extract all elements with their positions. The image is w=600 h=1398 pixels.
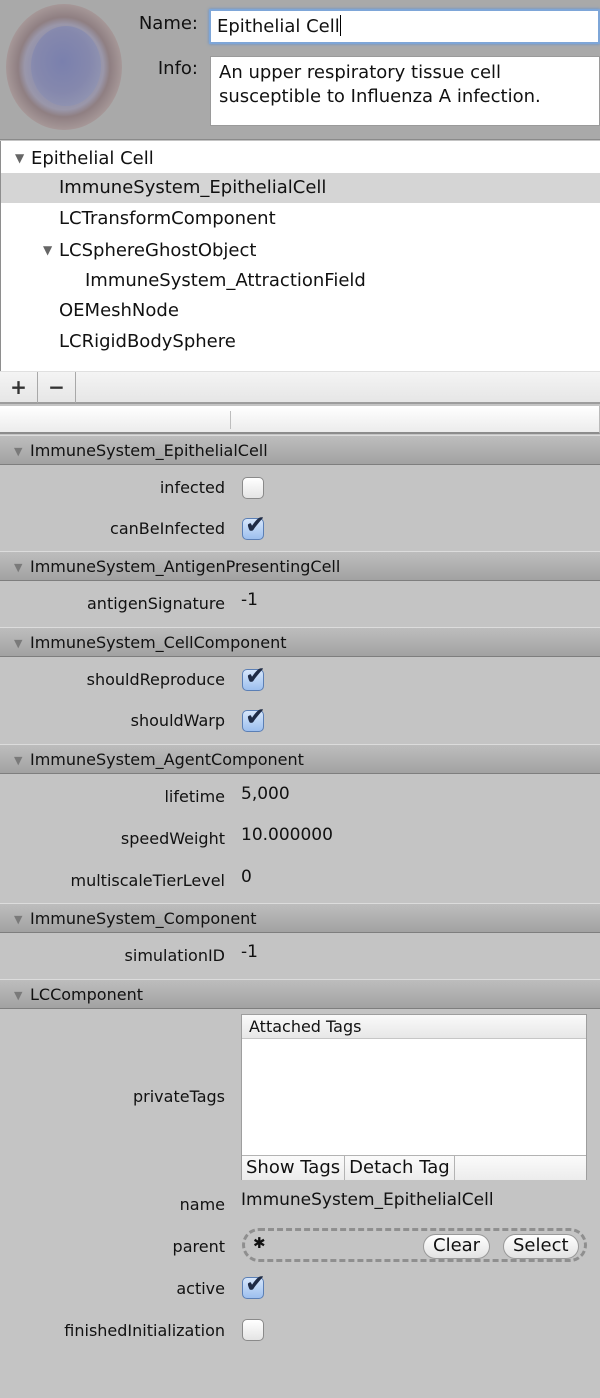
prop-label-name: name xyxy=(179,1195,225,1214)
canbeinfected-checkbox[interactable]: ✔ xyxy=(242,510,266,540)
checkmark-icon: ✔ xyxy=(245,702,266,731)
gear-icon: ✱ xyxy=(253,1234,266,1252)
tree-item-label: OEMeshNode xyxy=(59,300,179,321)
tree-item-label: ImmuneSystem_AttractionField xyxy=(85,270,366,291)
shouldreproduce-checkbox[interactable]: ✔ xyxy=(242,661,266,691)
disclosure-triangle-icon[interactable]: ▼ xyxy=(14,746,30,776)
tree-item-label: LCTransformComponent xyxy=(59,208,276,229)
text-caret xyxy=(339,15,341,36)
section-title: ImmuneSystem_AgentComponent xyxy=(30,750,304,769)
disclosure-triangle-icon[interactable]: ▼ xyxy=(43,235,59,265)
tree-toolbar: + − xyxy=(0,371,600,404)
name-field[interactable]: Epithelial Cell xyxy=(209,9,600,44)
detach-tag-button[interactable]: Detach Tag xyxy=(345,1156,455,1180)
tree-item-lcrigidbodysphere[interactable]: LCRigidBodySphere xyxy=(1,327,600,357)
select-parent-button[interactable]: Select xyxy=(503,1234,579,1259)
antigensignature-value[interactable]: -1 xyxy=(241,590,258,610)
tags-button-bar-filler xyxy=(454,1156,586,1180)
section-title: ImmuneSystem_Component xyxy=(30,909,257,928)
tree-item-lcsphereghostobject[interactable]: ▼ LCSphereGhostObject xyxy=(1,235,600,265)
cell-image-icon xyxy=(6,4,122,130)
prop-label-antigensignature: antigenSignature xyxy=(87,594,225,613)
infected-checkbox[interactable] xyxy=(242,477,264,499)
active-checkbox[interactable]: ✔ xyxy=(242,1269,266,1299)
prop-label-speedweight: speedWeight xyxy=(120,829,225,848)
attached-tags-table: Attached Tags Show Tags Detach Tag xyxy=(241,1014,587,1180)
prop-label-canbeinfected: canBeInfected xyxy=(110,519,225,538)
section-header-immunesystem-epithelialcell[interactable]: ▼ ImmuneSystem_EpithelialCell xyxy=(0,435,600,465)
section-title: ImmuneSystem_EpithelialCell xyxy=(30,441,268,460)
disclosure-triangle-icon[interactable]: ▼ xyxy=(14,553,30,583)
section-header-immunesystem-antigenpresentingcell[interactable]: ▼ ImmuneSystem_AntigenPresentingCell xyxy=(0,551,600,581)
entity-header: Name: Epithelial Cell Info: An upper res… xyxy=(0,0,600,140)
cell-nucleus xyxy=(31,26,101,106)
disclosure-triangle-icon[interactable]: ▼ xyxy=(14,905,30,935)
lifetime-value[interactable]: 5,000 xyxy=(241,784,290,804)
disclosure-triangle-icon[interactable]: ▼ xyxy=(15,143,31,173)
info-label: Info: xyxy=(157,58,198,79)
show-tags-button[interactable]: Show Tags xyxy=(242,1156,346,1180)
simulationid-value[interactable]: -1 xyxy=(241,942,258,962)
horizontal-split-bar[interactable] xyxy=(0,406,600,434)
component-name-value[interactable]: ImmuneSystem_EpithelialCell xyxy=(241,1190,494,1210)
prop-label-shouldwarp: shouldWarp xyxy=(130,711,225,730)
tree-item-label: ImmuneSystem_EpithelialCell xyxy=(59,177,327,198)
prop-label-finishedinitialization: finishedInitialization xyxy=(64,1321,225,1340)
finishedinitialization-checkbox[interactable] xyxy=(242,1319,264,1341)
tree-item-label: Epithelial Cell xyxy=(31,148,154,169)
section-title: ImmuneSystem_AntigenPresentingCell xyxy=(30,557,341,576)
add-component-button[interactable]: + xyxy=(0,372,38,403)
shouldwarp-checkbox[interactable]: ✔ xyxy=(242,702,266,732)
component-tree: ▼ Epithelial Cell ImmuneSystem_Epithelial… xyxy=(0,141,600,371)
name-value: Epithelial Cell xyxy=(217,16,340,37)
prop-label-active: active xyxy=(176,1279,225,1298)
disclosure-triangle-icon[interactable]: ▼ xyxy=(14,981,30,1011)
prop-label-infected: infected xyxy=(159,478,225,497)
attached-tags-list[interactable] xyxy=(242,1039,586,1155)
speedweight-value[interactable]: 10.000000 xyxy=(241,825,333,845)
remove-component-button[interactable]: − xyxy=(38,372,76,403)
name-label: Name: xyxy=(138,13,198,34)
prop-label-lifetime: lifetime xyxy=(164,787,225,806)
prop-label-simulationid: simulationID xyxy=(124,946,225,965)
checkmark-icon: ✔ xyxy=(245,661,266,690)
tree-item-lctransformcomponent[interactable]: LCTransformComponent xyxy=(1,204,600,234)
tree-item-immunesystem-attractionfield[interactable]: ImmuneSystem_AttractionField xyxy=(1,266,600,296)
prop-label-shouldreproduce: shouldReproduce xyxy=(86,670,225,689)
split-divider xyxy=(230,411,231,429)
section-title: ImmuneSystem_CellComponent xyxy=(30,633,287,652)
tree-item-oemeshnode[interactable]: OEMeshNode xyxy=(1,296,600,326)
parent-object-slot[interactable]: ✱ Clear Select xyxy=(242,1228,587,1262)
checkmark-icon: ✔ xyxy=(245,510,266,539)
prop-label-parent: parent xyxy=(172,1237,225,1256)
clear-parent-button[interactable]: Clear xyxy=(423,1234,491,1259)
prop-label-multiscaletierlevel: multiscaleTierLevel xyxy=(70,871,226,890)
section-header-immunesystem-component[interactable]: ▼ ImmuneSystem_Component xyxy=(0,903,600,933)
section-header-immunesystem-agentcomponent[interactable]: ▼ ImmuneSystem_AgentComponent xyxy=(0,744,600,774)
tree-item-label: LCRigidBodySphere xyxy=(59,331,236,352)
prop-label-privatetags: privateTags xyxy=(133,1087,225,1106)
tree-item-label: LCSphereGhostObject xyxy=(59,240,257,261)
section-title: LCComponent xyxy=(30,985,143,1004)
checkmark-icon: ✔ xyxy=(245,1269,266,1298)
info-field[interactable]: An upper respiratory tissue cell suscept… xyxy=(210,56,600,126)
tree-item-epithelial-cell[interactable]: ▼ Epithelial Cell xyxy=(1,143,600,173)
tags-button-bar: Show Tags Detach Tag xyxy=(242,1155,586,1180)
disclosure-triangle-icon[interactable]: ▼ xyxy=(14,437,30,467)
section-header-immunesystem-cellcomponent[interactable]: ▼ ImmuneSystem_CellComponent xyxy=(0,627,600,657)
section-header-lccomponent[interactable]: ▼ LCComponent xyxy=(0,979,600,1009)
attached-tags-column-header[interactable]: Attached Tags xyxy=(242,1015,586,1039)
multiscaletierlevel-value[interactable]: 0 xyxy=(241,867,252,887)
disclosure-triangle-icon[interactable]: ▼ xyxy=(14,629,30,659)
tree-item-immunesystem-epithelialcell[interactable]: ImmuneSystem_EpithelialCell xyxy=(1,173,600,203)
